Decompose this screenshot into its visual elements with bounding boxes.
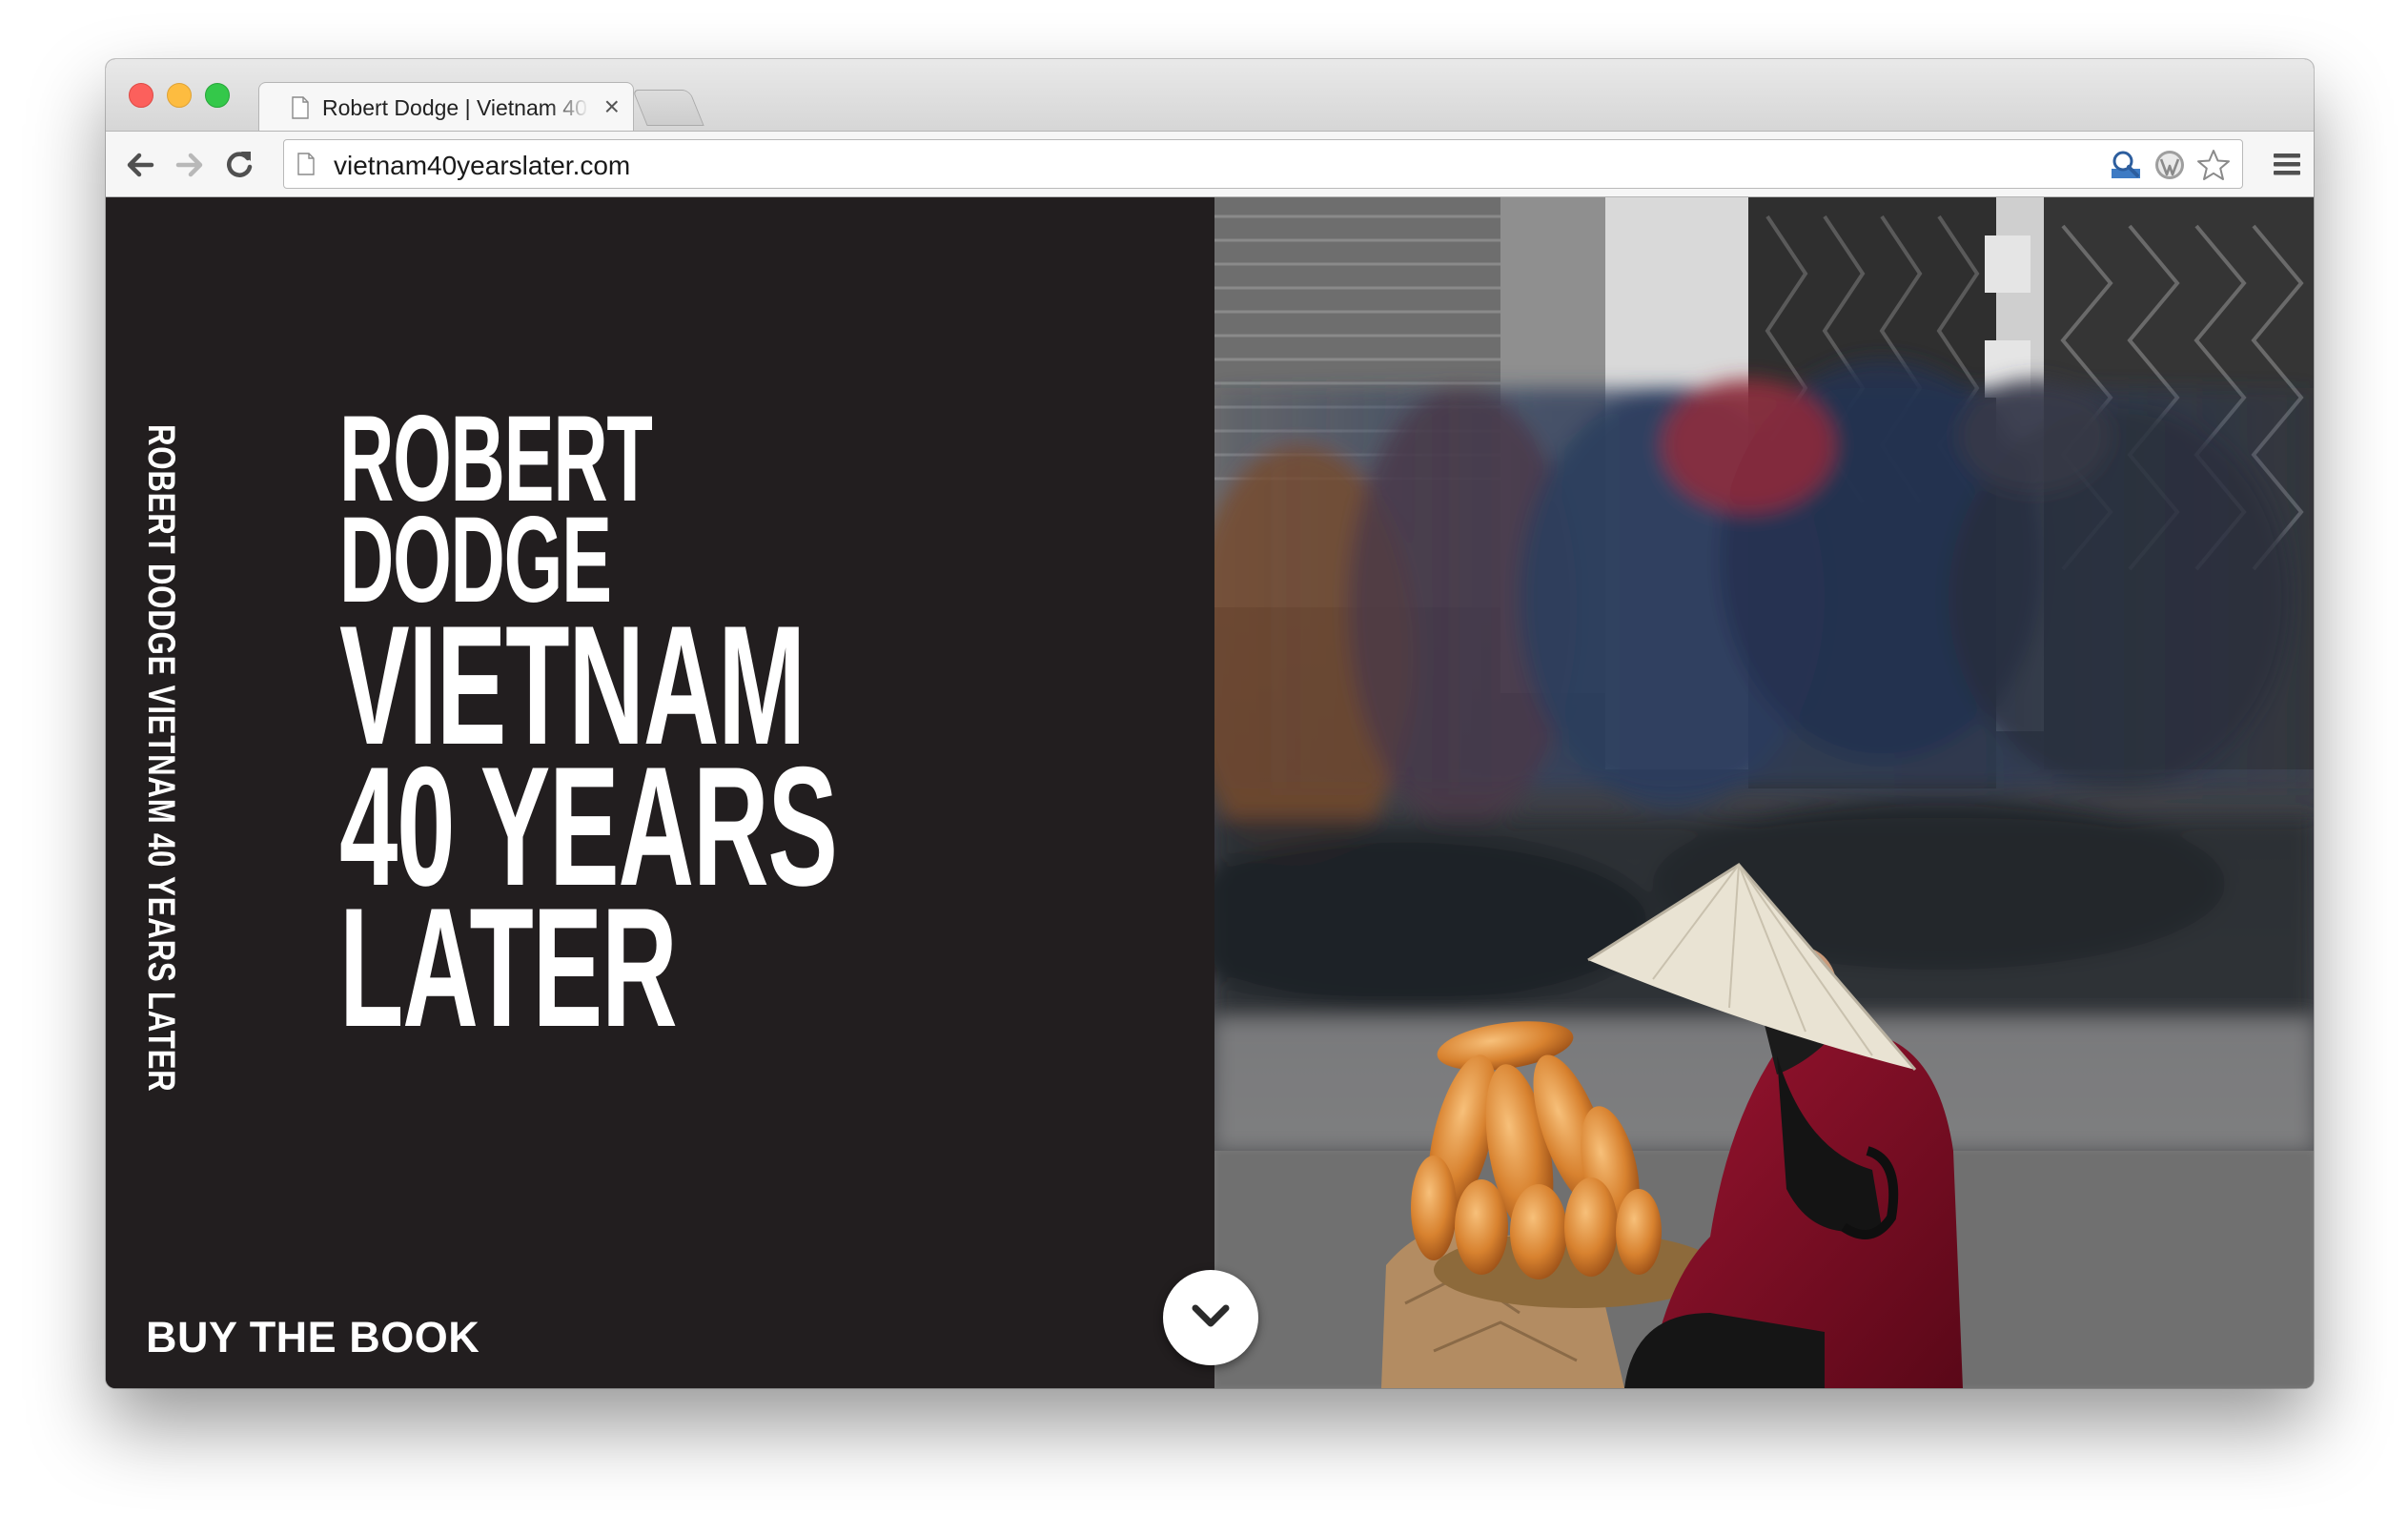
hero-title-line: LATER xyxy=(339,872,678,1062)
chevron-down-icon xyxy=(1192,1304,1230,1327)
bookmark-star-icon[interactable] xyxy=(2196,148,2231,182)
scroll-down-button[interactable] xyxy=(1163,1270,1258,1365)
reload-icon[interactable] xyxy=(220,146,258,184)
menu-icon[interactable] xyxy=(2272,149,2302,179)
browser-window: Robert Dodge | Vietnam 40 Years Later × … xyxy=(106,59,2314,1388)
url-text[interactable]: vietnam40yearslater.com xyxy=(334,151,630,181)
tab-close-button[interactable]: × xyxy=(604,92,620,121)
tab-title: Robert Dodge | Vietnam 40 Years Later xyxy=(322,95,589,120)
toolbar: vietnam40yearslater.com xyxy=(106,131,2314,197)
magnifier-extension-icon[interactable] xyxy=(2109,148,2143,182)
tab-strip: Robert Dodge | Vietnam 40 Years Later × xyxy=(106,59,2314,133)
zoom-window-button[interactable] xyxy=(205,83,230,108)
back-icon[interactable] xyxy=(121,146,159,184)
page-viewport: ROBERT DODGE VIETNAM 40 YEARS LATER ROBE… xyxy=(106,197,2314,1388)
hero-title: ROBERT DODGE VIETNAM 40 YEARS LATER xyxy=(339,399,1142,1062)
new-tab-button[interactable] xyxy=(632,90,704,126)
page-icon xyxy=(292,96,309,119)
forward-icon[interactable] xyxy=(171,146,209,184)
vertical-site-title: ROBERT DODGE VIETNAM 40 YEARS LATER xyxy=(140,424,182,1093)
intro-panel: ROBERT DODGE VIETNAM 40 YEARS LATER ROBE… xyxy=(106,197,1214,1388)
page-icon xyxy=(297,153,315,175)
buy-the-book-link[interactable]: BUY THE BOOK xyxy=(146,1313,480,1362)
wordpress-icon[interactable] xyxy=(2153,148,2187,182)
tab-active[interactable]: Robert Dodge | Vietnam 40 Years Later × xyxy=(258,82,634,133)
hero-photo xyxy=(1214,197,2314,1388)
address-bar[interactable]: vietnam40yearslater.com xyxy=(283,139,2243,189)
close-window-button[interactable] xyxy=(129,83,153,108)
minimize-window-button[interactable] xyxy=(167,83,192,108)
